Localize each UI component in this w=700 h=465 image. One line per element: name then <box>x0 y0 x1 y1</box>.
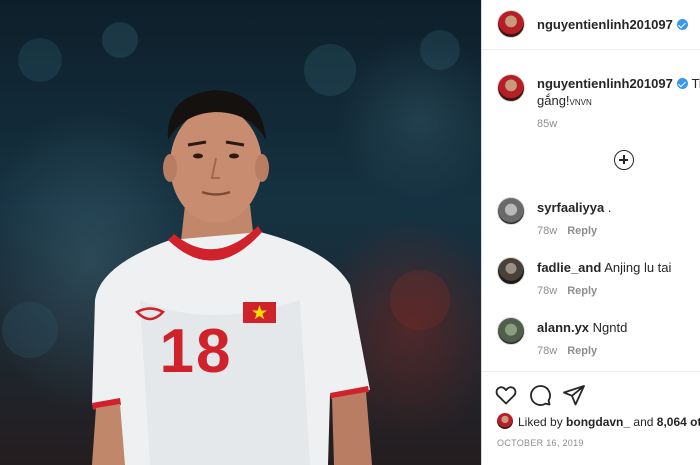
caption-line-2: gắng!VNVN <box>537 93 592 108</box>
verified-badge-icon <box>676 78 688 89</box>
player-illustration: 18 <box>2 22 460 465</box>
liker-username[interactable]: bongdavn_ <box>566 415 630 429</box>
comment-avatar[interactable] <box>497 257 525 285</box>
comment-item: syrfaaliyya . 78w Reply <box>482 192 700 252</box>
comment-item: fadlie_and Anjing lu tai 78w Reply <box>482 252 700 312</box>
heart-icon[interactable] <box>494 383 518 407</box>
caption-text-start: Tiếp <box>691 76 700 91</box>
caption-flags: VNVN <box>569 98 592 107</box>
header-username[interactable]: nguyentienlinh201097 <box>537 17 673 32</box>
verified-badge-icon <box>676 19 688 30</box>
comment-age[interactable]: 78w <box>537 345 557 357</box>
comment-avatar[interactable] <box>497 317 525 345</box>
comment-meta: 78w Reply <box>537 345 597 357</box>
comment-item: alann.yx Ngntd 78w Reply <box>482 312 700 372</box>
reply-button[interactable]: Reply <box>567 225 597 237</box>
comment-meta: 78w Reply <box>537 285 597 297</box>
likes-prefix: Liked by <box>518 415 563 429</box>
comment-text: Anjing lu tai <box>604 260 672 275</box>
comment-bubble-icon[interactable] <box>528 383 552 407</box>
comment-text: Ngntd <box>592 320 628 335</box>
post-date[interactable]: OCTOBER 16, 2019 <box>497 438 584 448</box>
post-header: nguyentienlinh201097 <box>482 0 700 50</box>
likes-summary: Liked by bongdavn_ and 8,064 oth <box>518 415 700 429</box>
caption-line: nguyentienlinh201097 Tiếp <box>537 76 700 91</box>
comment-text-row: fadlie_and Anjing lu tai <box>537 260 671 275</box>
post-side-panel: nguyentienlinh201097 nguyentienlinh20109… <box>482 0 700 465</box>
comment-text: . <box>607 200 612 215</box>
caption-age[interactable]: 85w <box>537 118 557 130</box>
liker-avatar[interactable] <box>497 413 513 429</box>
reply-button[interactable]: Reply <box>567 345 597 357</box>
load-more-comments-button[interactable] <box>614 150 634 170</box>
comment-age[interactable]: 78w <box>537 225 557 237</box>
likes-count[interactable]: 8,064 oth <box>657 415 700 429</box>
comment-age[interactable]: 78w <box>537 285 557 297</box>
caption-text-cont: gắng! <box>537 93 570 108</box>
jersey-number: 18 <box>160 317 233 386</box>
comment-text-row: syrfaaliyya . <box>537 200 611 215</box>
likes-conj: and <box>633 415 654 429</box>
paper-plane-icon[interactable] <box>562 383 586 407</box>
caption-username[interactable]: nguyentienlinh201097 <box>537 76 673 91</box>
comment-avatar[interactable] <box>497 197 525 225</box>
comment-username[interactable]: fadlie_and <box>537 260 601 275</box>
comment-username[interactable]: syrfaaliyya <box>537 200 604 215</box>
comment-text-row: alann.yx Ngntd <box>537 320 627 335</box>
header-avatar[interactable] <box>497 10 525 38</box>
comment-username[interactable]: alann.yx <box>537 320 589 335</box>
reply-button[interactable]: Reply <box>567 285 597 297</box>
caption-avatar[interactable] <box>497 74 525 102</box>
post-actions: Liked by bongdavn_ and 8,064 oth OCTOBER… <box>482 371 700 465</box>
header-username-row[interactable]: nguyentienlinh201097 <box>537 17 688 32</box>
comment-meta: 78w Reply <box>537 225 597 237</box>
post-photo[interactable]: 18 <box>0 0 481 465</box>
